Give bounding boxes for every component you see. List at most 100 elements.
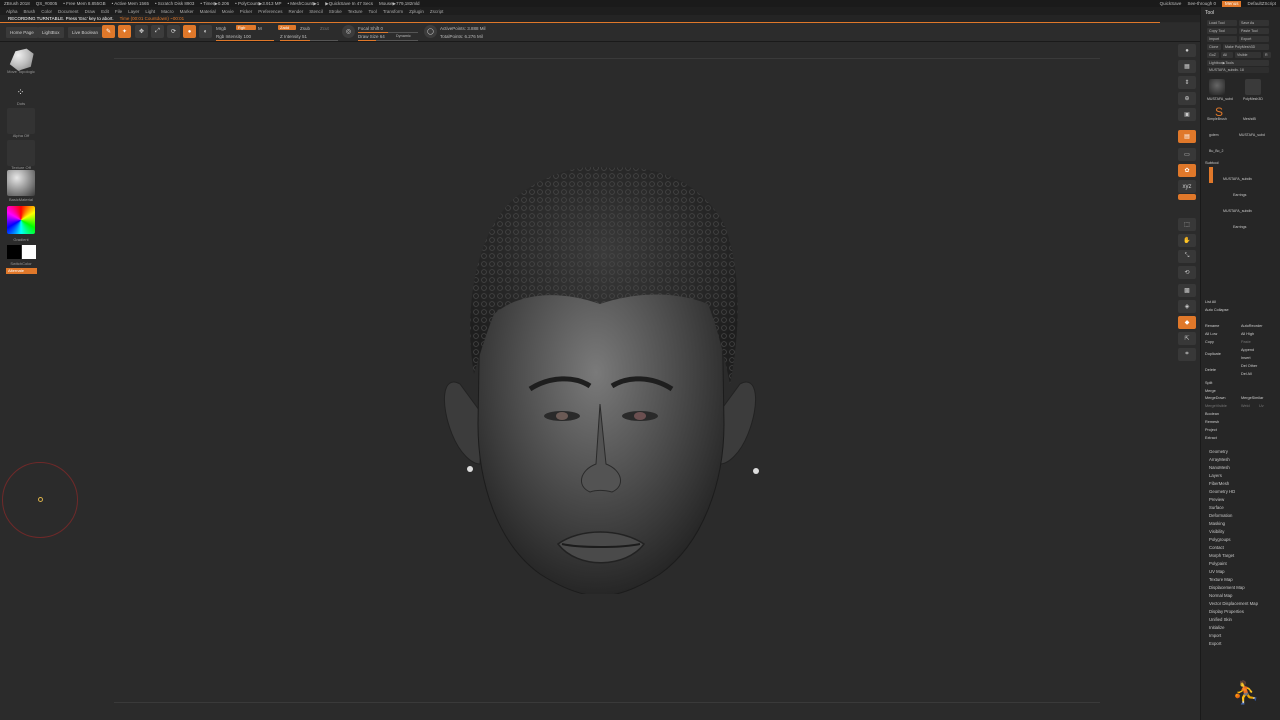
rgb-intensity-track[interactable] xyxy=(216,40,274,41)
menu-stencil[interactable]: Stencil xyxy=(309,9,323,14)
auto-collapse-button[interactable]: Auto Collapse xyxy=(1205,308,1229,312)
draw-button[interactable]: ✦ xyxy=(118,25,131,38)
load-tool-button[interactable]: Load Tool xyxy=(1207,20,1237,26)
menu-material[interactable]: Material xyxy=(200,9,216,14)
subpalette-polygroups[interactable]: Polygroups xyxy=(1209,537,1231,542)
menu-color[interactable]: Color xyxy=(41,9,52,14)
head-sculpt-model[interactable] xyxy=(440,124,760,594)
zcut-toggle[interactable]: Zcut xyxy=(320,26,329,31)
subpalette-layers[interactable]: Layers xyxy=(1209,473,1222,478)
subpalette-geometry[interactable]: Geometry xyxy=(1209,449,1228,454)
subpalette-deformation[interactable]: Deformation xyxy=(1209,513,1232,518)
subpalette-texture-map[interactable]: Texture Map xyxy=(1209,577,1233,582)
edit-button[interactable]: ✎ xyxy=(102,25,115,38)
tool-thumb-cylinder[interactable] xyxy=(1245,79,1261,95)
z-intensity-track[interactable] xyxy=(280,40,338,41)
local-button[interactable]: ✿ xyxy=(1178,164,1196,177)
floor-button[interactable]: ▭ xyxy=(1178,148,1196,161)
save-as-button[interactable]: Save As xyxy=(1239,20,1269,26)
switch-color-caption[interactable]: SwitchColor xyxy=(0,261,42,266)
scale-button[interactable]: ⤢ xyxy=(151,25,164,38)
zsub-toggle[interactable]: Zsub xyxy=(300,26,310,31)
menu-picker[interactable]: Picker xyxy=(240,9,253,14)
document-canvas[interactable] xyxy=(2,42,1174,704)
project-section[interactable]: Project xyxy=(1205,428,1217,432)
rgb-intensity-slider[interactable]: Rgb Intensity 100 xyxy=(216,34,251,39)
subtool-item-2[interactable]: MUSTAFA_subdiv xyxy=(1223,209,1252,213)
see-through-slider[interactable]: See-through 0 xyxy=(1187,1,1216,6)
home-page-button[interactable]: Home Page xyxy=(6,27,38,38)
split-section[interactable]: Split xyxy=(1205,381,1212,385)
subpalette-normal-map[interactable]: Normal Map xyxy=(1209,593,1232,598)
subtool-item-1[interactable]: Earrings xyxy=(1233,193,1246,197)
subtool-item-0[interactable]: MUSTAFA_subdiv xyxy=(1223,177,1252,181)
material-thumbnail[interactable] xyxy=(7,170,35,196)
menu-light[interactable]: Light xyxy=(145,9,155,14)
all-button[interactable]: All xyxy=(1221,52,1233,58)
lightbox-tools-button[interactable]: Lightbox▶Tools xyxy=(1207,60,1269,66)
current-tool-slider[interactable]: MUSTAFA_subdiv. 18 xyxy=(1207,67,1269,73)
subtool-item-3[interactable]: Earrings xyxy=(1233,225,1246,229)
make-polymesh-button[interactable]: Make PolyMesh3D xyxy=(1223,44,1269,50)
merge-similar-button[interactable]: MergeSimilar xyxy=(1241,396,1263,400)
dynamic-button[interactable]: ◎ xyxy=(342,25,355,38)
merge-section[interactable]: Merge xyxy=(1205,389,1216,393)
z-intensity-slider[interactable]: Z Intensity 51 xyxy=(280,34,307,39)
alpha-thumbnail[interactable] xyxy=(7,108,35,134)
menu-edit[interactable]: Edit xyxy=(101,9,109,14)
subpalette-visibility[interactable]: Visibility xyxy=(1209,529,1224,534)
menu-stroke[interactable]: Stroke xyxy=(329,9,342,14)
scale-view-button[interactable]: ⤡ xyxy=(1178,250,1196,263)
menu-movie[interactable]: Movie xyxy=(222,9,234,14)
subtool-header[interactable]: Subtool xyxy=(1205,160,1219,165)
rename-button[interactable]: Rename xyxy=(1205,324,1219,328)
remesh-section[interactable]: Remesh xyxy=(1205,420,1219,424)
move-view-button[interactable]: ✋ xyxy=(1178,234,1196,247)
subpalette-masking[interactable]: Masking xyxy=(1209,521,1225,526)
subpalette-morph-target[interactable]: Morph Target xyxy=(1209,553,1234,558)
menu-document[interactable]: Document xyxy=(58,9,79,14)
lightbox-button[interactable]: LightBox xyxy=(38,27,64,38)
zadd-toggle[interactable]: Zadd xyxy=(278,25,296,30)
dynamic-label[interactable]: Dynamic xyxy=(396,34,411,38)
draw-size-icon-button[interactable]: ◯ xyxy=(424,25,437,38)
menus-toggle[interactable]: Menus xyxy=(1221,0,1242,7)
quicksave-button[interactable]: QuickSave xyxy=(1160,1,1182,6)
spix-button[interactable]: ▦ xyxy=(1178,60,1196,73)
xyz-active-indicator[interactable] xyxy=(1178,194,1196,200)
subpalette-import[interactable]: Import xyxy=(1209,633,1221,638)
solo-button[interactable]: ◆ xyxy=(1178,316,1196,329)
polyf-button[interactable]: ▩ xyxy=(1178,284,1196,297)
zoom-button[interactable]: ⊕ xyxy=(1178,92,1196,105)
subpalette-surface[interactable]: Surface xyxy=(1209,505,1224,510)
merge-visible-button[interactable]: MergeVisible xyxy=(1205,404,1227,408)
del-other-button[interactable]: Del Other xyxy=(1241,364,1257,368)
rotate-button[interactable]: ⟳ xyxy=(167,25,180,38)
rotate-view-button[interactable]: ⟲ xyxy=(1178,266,1196,279)
subpalette-display-properties[interactable]: Display Properties xyxy=(1209,609,1244,614)
del-all-button[interactable]: Del All xyxy=(1241,372,1252,376)
paste-tool-button[interactable]: Paste Tool xyxy=(1239,28,1269,34)
focal-shift-track[interactable] xyxy=(358,32,418,33)
subpalette-nanomesh[interactable]: NanoMesh xyxy=(1209,465,1230,470)
append-button[interactable]: Append xyxy=(1241,348,1254,352)
weld-toggle[interactable]: Weld xyxy=(1241,404,1250,408)
paste-button[interactable]: Paste xyxy=(1241,340,1251,344)
alternate-button[interactable]: Alternate xyxy=(6,268,37,274)
menu-render[interactable]: Render xyxy=(288,9,303,14)
dynamic-view-button[interactable]: ⌗ xyxy=(1178,348,1196,361)
secondary-color-swatch[interactable] xyxy=(7,245,21,259)
insert-button[interactable]: Insert xyxy=(1241,356,1251,360)
boolean-section[interactable]: Boolean xyxy=(1205,412,1219,416)
m-toggle[interactable]: M xyxy=(258,26,262,31)
subpalette-preview[interactable]: Preview xyxy=(1209,497,1224,502)
color-picker[interactable] xyxy=(7,206,35,234)
subpalette-vector-displacement-map[interactable]: Vector Displacement Map xyxy=(1209,601,1258,606)
menu-alpha[interactable]: Alpha xyxy=(6,9,18,14)
goz-button[interactable]: GoZ xyxy=(1207,52,1219,58)
uv-toggle[interactable]: Uv xyxy=(1259,404,1264,408)
texture-thumbnail[interactable] xyxy=(7,140,35,166)
subpalette-contact[interactable]: Contact xyxy=(1209,545,1224,550)
r-button[interactable]: R xyxy=(1263,52,1271,58)
menu-file[interactable]: File xyxy=(115,9,122,14)
